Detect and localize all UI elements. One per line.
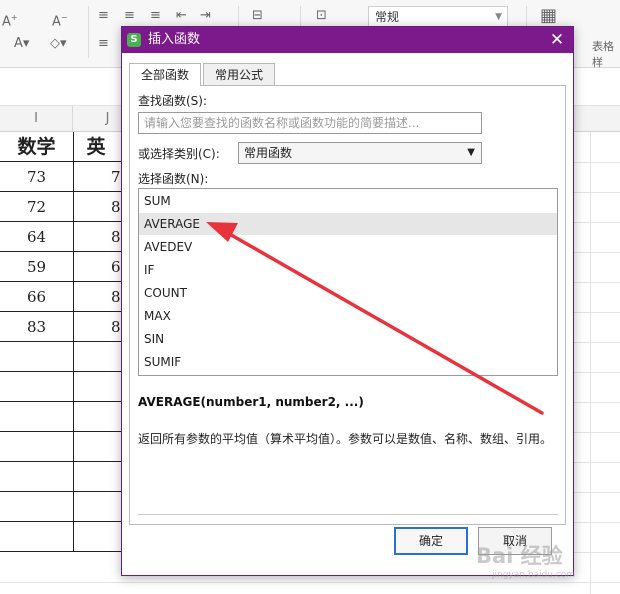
- indent-increase-icon[interactable]: ⇥: [200, 8, 211, 24]
- grid-line: [574, 492, 620, 493]
- number-format-value: 常规: [375, 10, 400, 24]
- grid-line: [574, 312, 620, 313]
- wrap-text-icon[interactable]: ⊡: [316, 8, 327, 24]
- category-label: 或选择类别(C):: [138, 147, 220, 161]
- table-cell[interactable]: 73: [0, 162, 73, 192]
- category-select[interactable]: 常用函数 ▼: [238, 142, 482, 164]
- grid-line: [574, 372, 620, 373]
- table-style-icon[interactable]: ▦: [540, 7, 557, 25]
- table-cell[interactable]: 59: [0, 252, 73, 282]
- dialog-title: 插入函数: [148, 32, 201, 47]
- search-input[interactable]: [138, 112, 482, 134]
- tab-common-formulas[interactable]: 常用公式: [203, 63, 275, 86]
- align-left-icon[interactable]: ≡: [98, 36, 109, 52]
- align-bottom-icon[interactable]: ≡: [150, 8, 161, 24]
- divider: [138, 514, 558, 515]
- table-header-cell[interactable]: 数学: [0, 132, 73, 162]
- list-item[interactable]: COUNT: [139, 282, 557, 304]
- font-size-decrease-icon[interactable]: A−: [52, 10, 68, 30]
- align-top-icon[interactable]: ≡: [98, 8, 109, 24]
- merge-cells-icon[interactable]: ⊟: [252, 8, 263, 24]
- list-item[interactable]: SIN: [139, 328, 557, 350]
- function-list-label: 选择函数(N):: [138, 172, 209, 186]
- align-middle-icon[interactable]: ≡: [124, 8, 135, 24]
- function-list[interactable]: SUM AVERAGE AVEDEV IF COUNT MAX SIN SUMI…: [138, 188, 558, 376]
- ribbon-separator: [88, 6, 89, 58]
- function-description: 返回所有参数的平均值（算术平均值）。参数可以是数值、名称、数组、引用。: [138, 432, 553, 446]
- ok-button[interactable]: 确定: [394, 527, 468, 555]
- chevron-down-icon: ▼: [467, 147, 475, 158]
- insert-function-dialog: S 插入函数 ✕ 全部函数 常用公式 查找函数(S): 或选择类别(C): 常用…: [121, 26, 574, 576]
- indent-decrease-icon[interactable]: ⇤: [176, 8, 187, 24]
- baidu-watermark: Bai 经验 jingyan.baidu.com: [468, 524, 618, 594]
- function-syntax: AVERAGE(number1, number2, ...): [138, 395, 364, 409]
- grid-line: [574, 522, 620, 523]
- list-item[interactable]: SUMIF: [139, 351, 557, 373]
- search-label: 查找函数(S):: [138, 94, 208, 108]
- table-cell[interactable]: 72: [0, 192, 73, 222]
- grid-line: [574, 462, 620, 463]
- list-item[interactable]: MAX: [139, 305, 557, 327]
- grid-line: [574, 402, 620, 403]
- table-cell[interactable]: 83: [0, 312, 73, 342]
- grid-line: [574, 162, 620, 163]
- category-value: 常用函数: [244, 146, 293, 160]
- table-border: [73, 132, 74, 552]
- clear-format-icon[interactable]: ◇▾: [50, 36, 67, 52]
- watermark-text: Bai 经验: [476, 544, 563, 568]
- list-item[interactable]: IF: [139, 259, 557, 281]
- column-header[interactable]: [574, 106, 620, 132]
- list-item-selected[interactable]: AVERAGE: [139, 213, 557, 235]
- list-item[interactable]: SUM: [139, 190, 557, 212]
- watermark-subtext: jingyan.baidu.com: [492, 570, 576, 580]
- column-header-i[interactable]: I: [0, 106, 73, 132]
- table-cell[interactable]: 66: [0, 282, 73, 312]
- number-format-select[interactable]: 常规 ▼: [368, 6, 508, 28]
- font-color-icon[interactable]: A▾: [14, 36, 29, 52]
- grid-line: [574, 342, 620, 343]
- grid-line: [574, 282, 620, 283]
- chevron-down-icon: ▼: [495, 12, 502, 22]
- table-style-label[interactable]: 表格样: [592, 38, 620, 70]
- grid-line: [574, 252, 620, 253]
- grid-line: [574, 192, 620, 193]
- list-item[interactable]: AVEDEV: [139, 236, 557, 258]
- font-size-increase-icon[interactable]: A+: [2, 10, 18, 30]
- dialog-titlebar[interactable]: S 插入函数 ✕: [122, 27, 573, 53]
- wps-spreadsheet-icon: S: [127, 33, 141, 47]
- grid-line: [574, 432, 620, 433]
- close-icon[interactable]: ✕: [547, 30, 567, 50]
- grid-line: [574, 222, 620, 223]
- tab-all-functions[interactable]: 全部函数: [129, 63, 201, 86]
- table-cell[interactable]: 64: [0, 222, 73, 252]
- all-functions-panel: 查找函数(S): 或选择类别(C): 常用函数 ▼ 选择函数(N): SUM A…: [129, 85, 566, 525]
